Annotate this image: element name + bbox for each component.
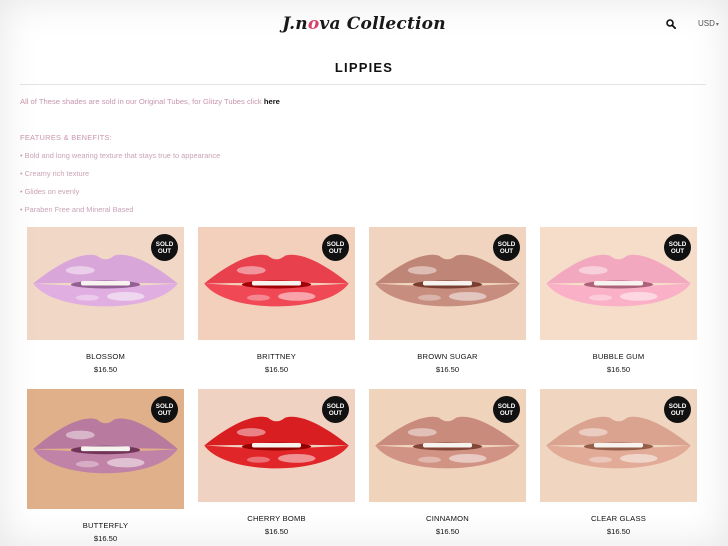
gloss-highlight [619, 453, 658, 463]
teeth [80, 281, 131, 286]
sold-out-badge: SOLD OUT [664, 396, 691, 423]
gloss-highlight [578, 428, 608, 437]
product-price: $16.50 [93, 365, 118, 374]
teeth [422, 281, 473, 286]
sold-out-badge: SOLD OUT [151, 396, 178, 423]
gloss-highlight [236, 266, 266, 275]
site-header: J.nova Collection USD [0, 0, 728, 50]
product-card[interactable]: SOLD OUT CHERRY BOMB $16.50 [198, 389, 355, 536]
gloss-highlight [588, 456, 613, 463]
product-card[interactable]: SOLD OUT BUTTERFLY $16.50 [27, 389, 184, 543]
gloss-highlight [106, 291, 145, 301]
product-name[interactable]: BLOSSOM [27, 352, 184, 361]
title-divider [20, 84, 706, 85]
sold-out-badge: SOLD OUT [322, 234, 349, 261]
gloss-highlight [236, 428, 266, 437]
glitzy-tubes-link[interactable]: here [264, 97, 280, 106]
product-name[interactable]: CHERRY BOMB [198, 514, 355, 523]
product-card[interactable]: SOLD OUT CINNAMON $16.50 [369, 389, 526, 536]
gloss-highlight [619, 291, 658, 301]
logo-heart-o: o [307, 14, 320, 34]
product-card[interactable]: SOLD OUT CLEAR GLASS $16.50 [540, 389, 697, 536]
sold-out-badge: SOLD OUT [493, 396, 520, 423]
intro-text: All of These shades are sold in our Orig… [20, 97, 280, 106]
product-image[interactable]: SOLD OUT [198, 389, 355, 502]
gloss-highlight [407, 428, 437, 437]
sold-out-badge: SOLD OUT [151, 234, 178, 261]
gloss-highlight [75, 294, 100, 301]
product-card[interactable]: SOLD OUT BUBBLE GUM $16.50 [540, 227, 697, 374]
gloss-highlight [246, 456, 271, 463]
product-image[interactable]: SOLD OUT [540, 227, 697, 340]
gloss-highlight [417, 456, 442, 463]
intro-sentence: All of These shades are sold in our Orig… [20, 97, 264, 106]
gloss-highlight [588, 294, 613, 301]
teeth [251, 281, 302, 286]
sold-out-badge: SOLD OUT [493, 234, 520, 261]
feature-item: Glides on evenly [20, 187, 220, 205]
product-price: $16.50 [435, 365, 460, 374]
gloss-highlight [448, 453, 487, 463]
product-price: $16.50 [93, 534, 118, 543]
gloss-highlight [578, 266, 608, 275]
page-title: LIPPIES [334, 60, 394, 75]
brand-logo[interactable]: J.nova Collection [0, 14, 728, 34]
logo-text-prefix: J.n [282, 14, 308, 34]
teeth [251, 443, 302, 448]
logo-text-suffix: va Collection [319, 14, 446, 34]
product-name[interactable]: CINNAMON [369, 514, 526, 523]
gloss-highlight [65, 430, 95, 440]
product-card[interactable]: SOLD OUT BLOSSOM $16.50 [27, 227, 184, 374]
sold-out-badge: SOLD OUT [322, 396, 349, 423]
gloss-highlight [407, 266, 437, 275]
product-price: $16.50 [264, 527, 289, 536]
teeth [593, 443, 644, 448]
gloss-highlight [65, 266, 95, 275]
feature-item: Creamy rich texture [20, 169, 220, 187]
gloss-highlight [277, 291, 316, 301]
gloss-highlight [277, 453, 316, 463]
gloss-highlight [448, 291, 487, 301]
sold-out-badge: SOLD OUT [664, 234, 691, 261]
product-image[interactable]: SOLD OUT [540, 389, 697, 502]
product-card[interactable]: SOLD OUT BROWN SUGAR $16.50 [369, 227, 526, 374]
teeth [80, 446, 131, 452]
search-icon[interactable] [666, 19, 676, 29]
teeth [593, 281, 644, 286]
product-card[interactable]: SOLD OUT BRITTNEY $16.50 [198, 227, 355, 374]
gloss-highlight [106, 458, 145, 468]
product-price: $16.50 [435, 527, 460, 536]
product-name[interactable]: BRITTNEY [198, 352, 355, 361]
product-name[interactable]: BROWN SUGAR [369, 352, 526, 361]
product-image[interactable]: SOLD OUT [27, 389, 184, 509]
currency-selector[interactable]: USD [698, 19, 719, 28]
feature-item: Bold and long wearing texture that stays… [20, 151, 221, 169]
product-image[interactable]: SOLD OUT [369, 389, 526, 502]
product-price: $16.50 [264, 365, 289, 374]
product-price: $16.50 [606, 527, 631, 536]
features-list: Bold and long wearing texture that stays… [20, 151, 221, 223]
product-price: $16.50 [606, 365, 631, 374]
gloss-highlight [417, 294, 442, 301]
feature-item: Paraben Free and Mineral Based [20, 205, 220, 223]
product-image[interactable]: SOLD OUT [369, 227, 526, 340]
teeth [422, 443, 473, 448]
features-title: FEATURES & BENEFITS: [20, 133, 113, 142]
gloss-highlight [246, 294, 271, 301]
product-image[interactable]: SOLD OUT [198, 227, 355, 340]
product-name[interactable]: BUBBLE GUM [540, 352, 697, 361]
product-image[interactable]: SOLD OUT [27, 227, 184, 340]
gloss-highlight [75, 460, 100, 468]
product-name[interactable]: CLEAR GLASS [540, 514, 697, 523]
product-name[interactable]: BUTTERFLY [27, 521, 184, 530]
